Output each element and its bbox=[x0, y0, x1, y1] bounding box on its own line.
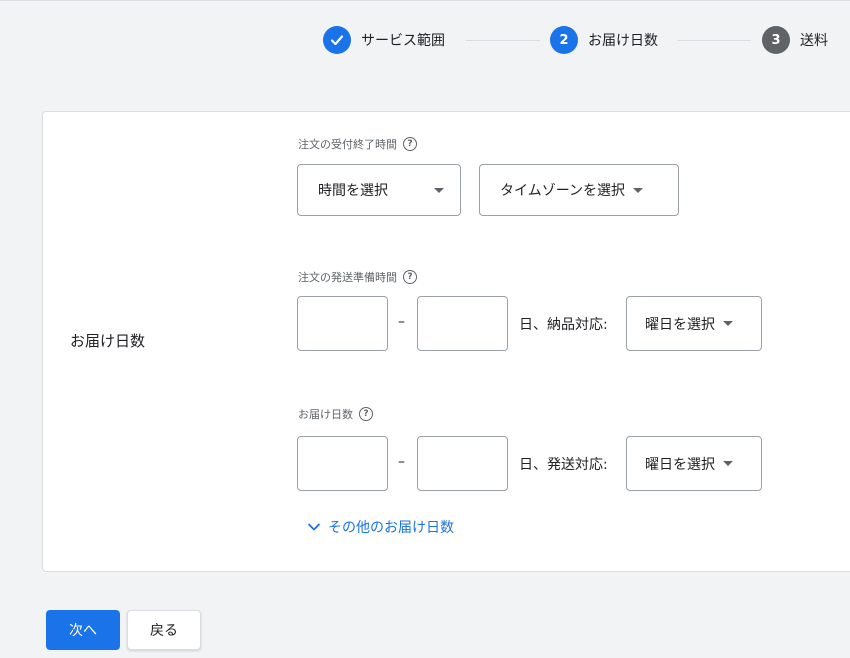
handling-time-label-text: 注文の発送準備時間 bbox=[298, 271, 397, 284]
next-button[interactable]: 次へ bbox=[46, 610, 120, 650]
step-number: 2 bbox=[550, 26, 578, 54]
caret-down-icon bbox=[723, 461, 733, 466]
row-label: お届け日数 bbox=[70, 332, 146, 350]
step-delivery-days[interactable]: 2 お届け日数 bbox=[550, 26, 658, 54]
transit-days-value: 曜日を選択 bbox=[645, 456, 715, 473]
handling-days-value: 曜日を選択 bbox=[645, 316, 715, 333]
transit-time-label-text: お届け日数 bbox=[298, 408, 353, 421]
step-connector bbox=[466, 40, 540, 41]
range-dash: – bbox=[398, 454, 405, 470]
timezone-select-value: タイムゾーンを選択 bbox=[500, 183, 626, 199]
chevron-down-icon bbox=[308, 523, 320, 531]
time-select-value: 時間を選択 bbox=[318, 183, 388, 199]
step-number: 3 bbox=[762, 26, 790, 54]
transit-suffix: 日、発送対応: bbox=[519, 457, 608, 473]
caret-down-icon bbox=[633, 187, 644, 193]
step-connector bbox=[677, 40, 751, 41]
check-icon bbox=[323, 26, 351, 54]
step-service-area[interactable]: サービス範囲 bbox=[323, 26, 445, 54]
transit-min-input[interactable] bbox=[297, 436, 388, 491]
handling-days-select[interactable]: 曜日を選択 bbox=[626, 296, 762, 351]
handling-suffix: 日、納品対応: bbox=[519, 317, 608, 333]
caret-down-icon bbox=[434, 187, 444, 193]
help-icon[interactable]: ? bbox=[403, 137, 417, 151]
back-button[interactable]: 戻る bbox=[127, 610, 201, 650]
delivery-days-card: お届け日数 注文の受付終了時間 ? 時間を選択 タイムゾーンを選択 注文の発送準… bbox=[42, 111, 850, 572]
step-shipping-cost[interactable]: 3 送料 bbox=[762, 26, 828, 54]
handling-time-label: 注文の発送準備時間 ? bbox=[298, 269, 417, 285]
more-delivery-days-link[interactable]: その他のお届け日数 bbox=[306, 517, 454, 537]
step-label: 送料 bbox=[800, 33, 828, 49]
cutoff-time-label-text: 注文の受付終了時間 bbox=[298, 138, 397, 151]
step-label: サービス範囲 bbox=[361, 33, 445, 49]
stepper: サービス範囲 2 お届け日数 3 送料 bbox=[0, 0, 850, 80]
handling-max-input[interactable] bbox=[417, 296, 508, 351]
transit-time-label: お届け日数 ? bbox=[298, 406, 373, 422]
timezone-select[interactable]: タイムゾーンを選択 bbox=[479, 164, 679, 216]
range-dash: – bbox=[398, 314, 405, 330]
help-icon[interactable]: ? bbox=[403, 270, 417, 284]
handling-min-input[interactable] bbox=[297, 296, 388, 351]
more-link-text: その他のお届け日数 bbox=[328, 520, 454, 536]
help-icon[interactable]: ? bbox=[359, 407, 373, 421]
caret-down-icon bbox=[723, 321, 733, 326]
step-label: お届け日数 bbox=[588, 33, 658, 49]
cutoff-time-label: 注文の受付終了時間 ? bbox=[298, 136, 417, 152]
time-select[interactable]: 時間を選択 bbox=[297, 164, 461, 216]
transit-max-input[interactable] bbox=[417, 436, 508, 491]
transit-days-select[interactable]: 曜日を選択 bbox=[626, 436, 762, 491]
